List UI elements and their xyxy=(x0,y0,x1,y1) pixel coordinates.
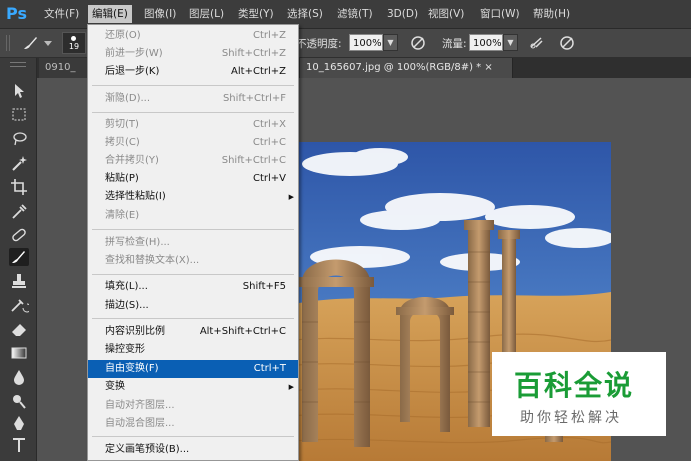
menu-image[interactable]: 图像(I) xyxy=(140,5,180,23)
marquee-tool[interactable] xyxy=(9,106,29,124)
menu-item-fade[interactable]: 渐隐(D)... Shift+Ctrl+F xyxy=(88,90,298,108)
menu-separator xyxy=(92,274,294,275)
menu-item-copy[interactable]: 拷贝(C) Ctrl+C xyxy=(88,134,298,152)
menu-view[interactable]: 视图(V) xyxy=(424,5,468,23)
menu-item-fill[interactable]: 填充(L)... Shift+F5 xyxy=(88,278,298,296)
watermark-badge: 百科全说 助你轻松解决 xyxy=(492,352,666,436)
watermark-subtitle: 助你轻松解决 xyxy=(520,410,622,426)
gradient-icon xyxy=(11,347,27,359)
marquee-icon xyxy=(12,108,26,121)
magic-wand-tool[interactable] xyxy=(9,154,29,172)
menu-filter[interactable]: 滤镜(T) xyxy=(333,5,377,23)
flow-field[interactable]: 100% xyxy=(469,34,503,51)
menu-item-stroke[interactable]: 描边(S)... xyxy=(88,297,298,315)
pen-tool[interactable] xyxy=(9,414,29,432)
opacity-label: 不透明度: xyxy=(296,38,342,50)
opacity-dropdown[interactable]: ▼ xyxy=(383,34,398,51)
type-icon xyxy=(13,438,25,452)
eyedropper-tool[interactable] xyxy=(9,202,29,220)
menu-type[interactable]: 类型(Y) xyxy=(234,5,278,23)
pressure-size-icon[interactable] xyxy=(557,33,577,53)
eraser-icon xyxy=(12,324,26,336)
gradient-tool[interactable] xyxy=(9,344,29,362)
menu-item-free-transform[interactable]: 自由变换(F) Ctrl+T xyxy=(88,360,298,378)
menu-item-define-brush-preset[interactable]: 定义画笔预设(B)... xyxy=(88,441,298,459)
lasso-tool[interactable] xyxy=(9,130,29,148)
brush-preset-picker[interactable]: 19 xyxy=(62,32,86,54)
menu-window[interactable]: 窗口(W) xyxy=(476,5,524,23)
menu-item-find-replace-text[interactable]: 查找和替换文本(X)... xyxy=(88,252,298,270)
menu-item-step-backward[interactable]: 后退一步(K) Alt+Ctrl+Z xyxy=(88,63,298,81)
menu-layer[interactable]: 图层(L) xyxy=(185,5,228,23)
menu-item-content-aware-scale[interactable]: 内容识别比例 Alt+Shift+Ctrl+C xyxy=(88,323,298,341)
menu-separator xyxy=(92,436,294,437)
tool-preset-dropdown-icon[interactable] xyxy=(44,39,52,47)
menu-select[interactable]: 选择(S) xyxy=(283,5,327,23)
menu-item-check-spelling[interactable]: 拼写检查(H)... xyxy=(88,234,298,252)
grip-icon xyxy=(6,35,10,51)
brush-size-label: 19 xyxy=(68,42,80,51)
brush-tip-icon xyxy=(71,36,76,41)
menu-3d[interactable]: 3D(D) xyxy=(383,5,422,23)
menu-item-step-forward[interactable]: 前进一步(W) Shift+Ctrl+Z xyxy=(88,45,298,63)
tab-document-2[interactable]: 10_165607.jpg @ 100%(RGB/8#) * × xyxy=(300,58,513,78)
healing-brush-icon xyxy=(12,228,26,242)
brush-icon xyxy=(12,251,25,263)
menu-item-auto-blend-layers[interactable]: 自动混合图层... xyxy=(88,415,298,433)
flow-label: 流量: xyxy=(442,38,467,50)
tools-panel xyxy=(0,58,37,461)
pressure-opacity-icon[interactable] xyxy=(408,33,428,53)
airbrush-icon[interactable] xyxy=(527,33,547,53)
lasso-icon xyxy=(13,132,27,146)
menu-item-transform[interactable]: 变换 ▶ xyxy=(88,378,298,396)
dodge-icon xyxy=(13,395,26,409)
photoshop-logo: Ps xyxy=(6,4,27,23)
menu-item-cut[interactable]: 剪切(T) Ctrl+X xyxy=(88,116,298,134)
eraser-tool[interactable] xyxy=(9,320,29,338)
flow-dropdown[interactable]: ▼ xyxy=(503,34,518,51)
history-brush-icon xyxy=(11,299,32,313)
tab-document-1[interactable]: 0910_ xyxy=(39,58,90,78)
edit-menu: 还原(O) Ctrl+Z 前进一步(W) Shift+Ctrl+Z 后退一步(K) A… xyxy=(87,24,299,461)
menu-item-paste-special[interactable]: 选择性粘贴(I) ▶ xyxy=(88,188,298,206)
blur-drop-icon xyxy=(14,370,24,385)
submenu-arrow-icon: ▶ xyxy=(288,383,294,391)
menu-item-copy-merged[interactable]: 合并拷贝(Y) Shift+Ctrl+C xyxy=(88,152,298,170)
menu-separator xyxy=(92,318,294,319)
menu-item-undo[interactable]: 还原(O) Ctrl+Z xyxy=(88,27,298,45)
eyedropper-icon xyxy=(12,204,27,219)
menu-item-paste[interactable]: 粘贴(P) Ctrl+V xyxy=(88,170,298,188)
type-tool[interactable] xyxy=(9,436,29,454)
magic-wand-icon xyxy=(12,156,27,171)
move-icon xyxy=(15,84,24,98)
brush-tool-icon[interactable] xyxy=(20,33,40,53)
stamp-icon xyxy=(12,274,26,288)
crop-tool[interactable] xyxy=(9,178,29,196)
blur-tool[interactable] xyxy=(9,368,29,386)
menu-separator xyxy=(92,112,294,113)
dodge-tool[interactable] xyxy=(9,392,29,410)
menu-separator xyxy=(92,229,294,230)
menu-item-auto-align-layers[interactable]: 自动对齐图层... xyxy=(88,397,298,415)
menu-separator xyxy=(92,85,294,86)
menu-item-clear[interactable]: 清除(E) xyxy=(88,207,298,225)
menu-edit[interactable]: 编辑(E) xyxy=(88,5,132,23)
brush-tool[interactable] xyxy=(9,248,29,266)
opacity-field[interactable]: 100% xyxy=(349,34,383,51)
healing-brush-tool[interactable] xyxy=(9,226,29,244)
history-brush-tool[interactable] xyxy=(9,296,32,314)
panel-grip[interactable] xyxy=(10,62,26,67)
menu-file[interactable]: 文件(F) xyxy=(40,5,83,23)
clone-stamp-tool[interactable] xyxy=(9,272,29,290)
menu-help[interactable]: 帮助(H) xyxy=(529,5,574,23)
pen-icon xyxy=(14,416,24,430)
submenu-arrow-icon: ▶ xyxy=(288,193,294,201)
move-tool[interactable] xyxy=(9,82,29,100)
crop-icon xyxy=(11,179,27,195)
watermark-title: 百科全说 xyxy=(514,369,635,402)
menu-item-puppet-warp[interactable]: 操控变形 xyxy=(88,341,298,359)
